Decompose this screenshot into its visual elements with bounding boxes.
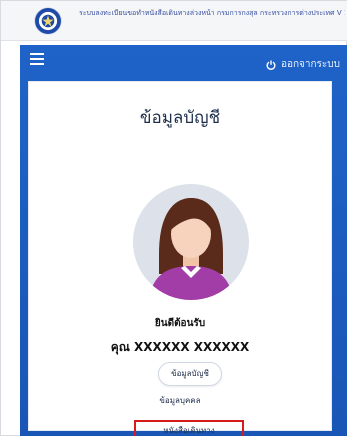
mfa-logo-icon [34,7,62,35]
page-title: ข้อมูลบัญชี [139,108,221,128]
account-info-button[interactable]: ข้อมูลบัญชี [158,362,222,386]
main-app-area: ออกจากระบบ ข้อมูลบัญชี ยินดีต้อนรับ คุณ … [20,45,347,436]
top-banner: ระบบลงทะเบียนขอทำหนังสือเดินทางล่วงหน้า … [1,1,347,41]
banner-title: ระบบลงทะเบียนขอทำหนังสือเดินทางล่วงหน้า … [79,9,345,17]
logout-label: ออกจากระบบ [280,59,340,70]
account-card: ข้อมูลบัญชี ยินดีต้อนรับ คุณ XXXXXX XXXX… [28,81,332,436]
user-avatar-icon [133,184,249,300]
user-name: คุณ XXXXXX XXXXXX [110,340,250,354]
app-screen: ระบบลงทะเบียนขอทำหนังสือเดินทางล่วงหน้า … [0,0,347,436]
logout-button[interactable]: ออกจากระบบ [266,57,340,72]
passport-link[interactable]: หนังสือเดินทาง [134,420,244,436]
personal-info-link[interactable]: ข้อมูลบุคคล [29,394,331,407]
welcome-text: ยินดีต้อนรับ [154,318,206,329]
power-icon [266,60,276,70]
hamburger-icon[interactable] [30,53,44,65]
